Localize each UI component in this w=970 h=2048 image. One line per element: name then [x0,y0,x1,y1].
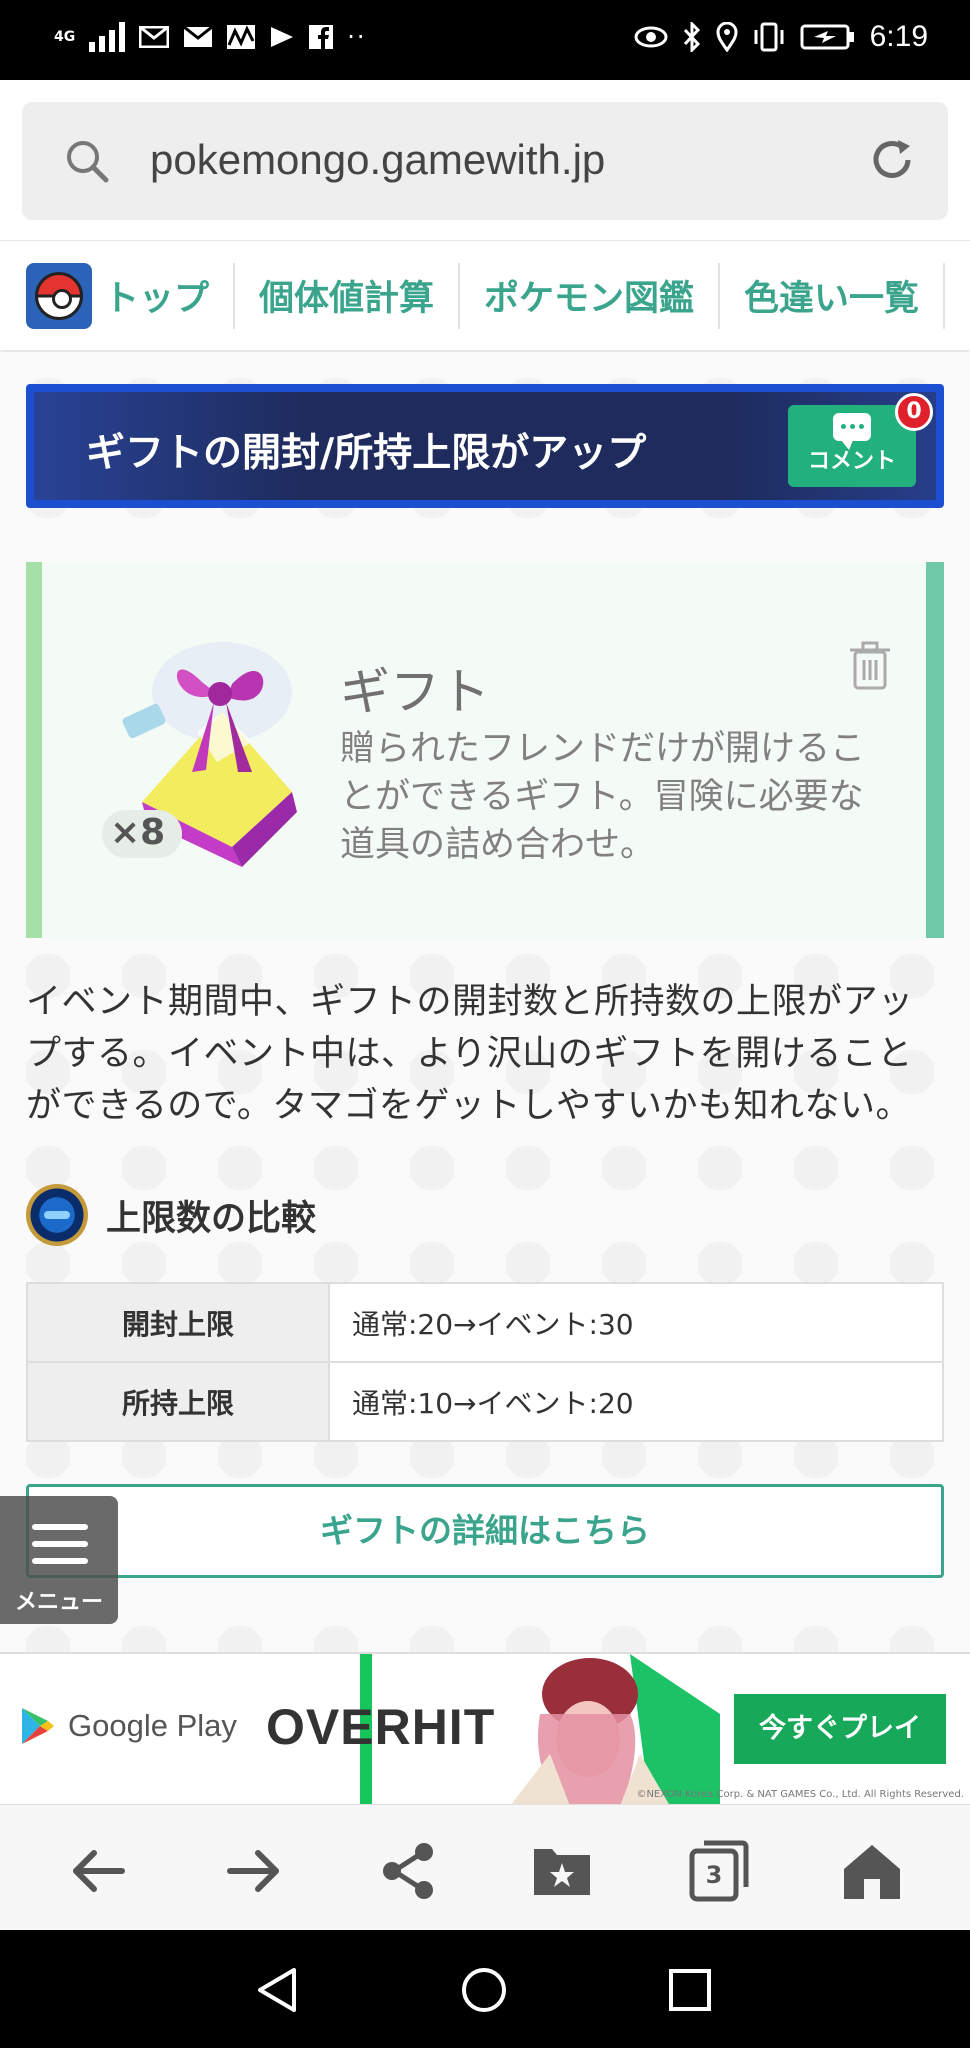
gift-count: ×8 [110,812,166,853]
comment-bubble-icon [833,413,871,450]
pokeball-logo-icon [26,262,92,329]
more-notifications: ·· [347,23,367,51]
play-flag-icon [271,27,294,47]
site-nav: トップ 個体値計算 ポケモン図鑑 色違い一覧 [0,240,970,350]
pokestop-icon [26,1184,88,1246]
ad-banner[interactable]: Google Play OVERHIT 今すぐプレイ ©NEXON Korea … [0,1652,970,1804]
url-text[interactable]: pokemongo.gamewith.jp [150,136,605,184]
bookmarks-icon[interactable] [530,1839,594,1903]
play-now-button[interactable]: 今すぐプレイ [734,1694,946,1764]
activity-icon [227,25,256,49]
share-icon[interactable] [376,1839,440,1903]
eye-icon [634,26,668,48]
browser-toolbar: 3 [0,1804,970,1930]
menu-label: メニュー [14,1590,103,1615]
tabs-button[interactable]: 3 [688,1839,752,1903]
banner-title: ギフトの開封/所持上限がアップ [86,431,647,476]
section-heading: 上限数の比較 [26,1184,316,1246]
nav-item-label: 色違い一覧 [744,279,920,319]
table-row: 開封上限 通常:20→イベント:30 [26,1282,944,1363]
location-icon [716,22,738,52]
game-title: OVERHIT [266,1699,496,1755]
status-left: 4G ·· [54,22,367,52]
google-play-badge[interactable]: Google Play [20,1706,237,1746]
nav-item-label: ポケモン図鑑 [484,279,695,319]
store-name: Google Play [68,1708,237,1743]
browser-address-area: pokemongo.gamewith.jp [0,80,970,240]
android-back-icon[interactable] [254,1966,300,2014]
android-navigation-bar [0,1930,970,2048]
bluetooth-icon [683,22,700,52]
nav-item-shiny-list[interactable]: 色違い一覧 [720,262,946,329]
android-home-icon[interactable] [460,1966,508,2014]
status-bar: 4G ·· 6:19 [0,0,970,80]
vibrate-icon [754,22,784,52]
row-label: 所持上限 [26,1361,330,1442]
back-arrow-icon[interactable] [66,1839,130,1903]
comment-count-badge: 0 [895,393,933,431]
nav-item-label: 個体値計算 [259,279,435,319]
google-play-icon [22,1708,54,1744]
status-right: 6:19 [634,20,928,54]
facebook-icon [309,25,334,49]
reload-icon[interactable] [868,136,916,184]
nav-item-top[interactable]: トップ [0,262,236,329]
row-value: 通常:10→イベント:20 [328,1361,944,1442]
row-label: 開封上限 [26,1282,330,1363]
table-row: 所持上限 通常:10→イベント:20 [26,1361,944,1442]
hamburger-icon [32,1524,88,1575]
heading-text: 上限数の比較 [106,1198,317,1239]
battery-icon [800,24,854,50]
trash-icon [850,641,890,690]
nav-item-iv-calculator[interactable]: 個体値計算 [235,262,461,329]
nav-item-pokedex[interactable]: ポケモン図鑑 [460,262,721,329]
nav-item-label: トップ [104,279,210,319]
event-description: イベント期間中、ギフトの開封数と所持数の上限がアップする。イベント中は、より沢山… [26,982,914,1126]
gift-description: 贈られたフレンドだけが開けることができるギフト。冒険に必要な道具の詰め合わせ。 [340,729,866,865]
ad-copyright: ©NEXON Korea Corp. & NAT GAMES Co., Ltd.… [636,1789,964,1800]
mail-icon [139,26,170,48]
clock: 6:19 [869,20,928,53]
limit-comparison-table: 開封上限 通常:20→イベント:30 所持上限 通常:10→イベント:20 [26,1282,944,1442]
android-recents-icon[interactable] [668,1968,712,2012]
game-character-image [511,1654,720,1804]
signal-icon [89,22,126,52]
forward-arrow-icon[interactable] [222,1839,286,1903]
row-value: 通常:20→イベント:30 [328,1282,944,1363]
gift-title: ギフト [340,663,490,721]
network-type: 4G [54,29,76,45]
gift-screenshot-image: ×8 ギフト 贈られたフレンドだけが開けることができるギフト。冒険に必要な道具の… [26,562,944,938]
menu-button[interactable]: メニュー [0,1496,118,1624]
home-icon[interactable] [840,1839,904,1903]
tabs-count: 3 [705,1861,723,1889]
gift-details-button[interactable]: ギフトの詳細はこちら [26,1484,944,1578]
search-icon[interactable] [64,138,110,184]
mail-icon [183,26,214,47]
address-bar[interactable]: pokemongo.gamewith.jp [22,102,948,220]
